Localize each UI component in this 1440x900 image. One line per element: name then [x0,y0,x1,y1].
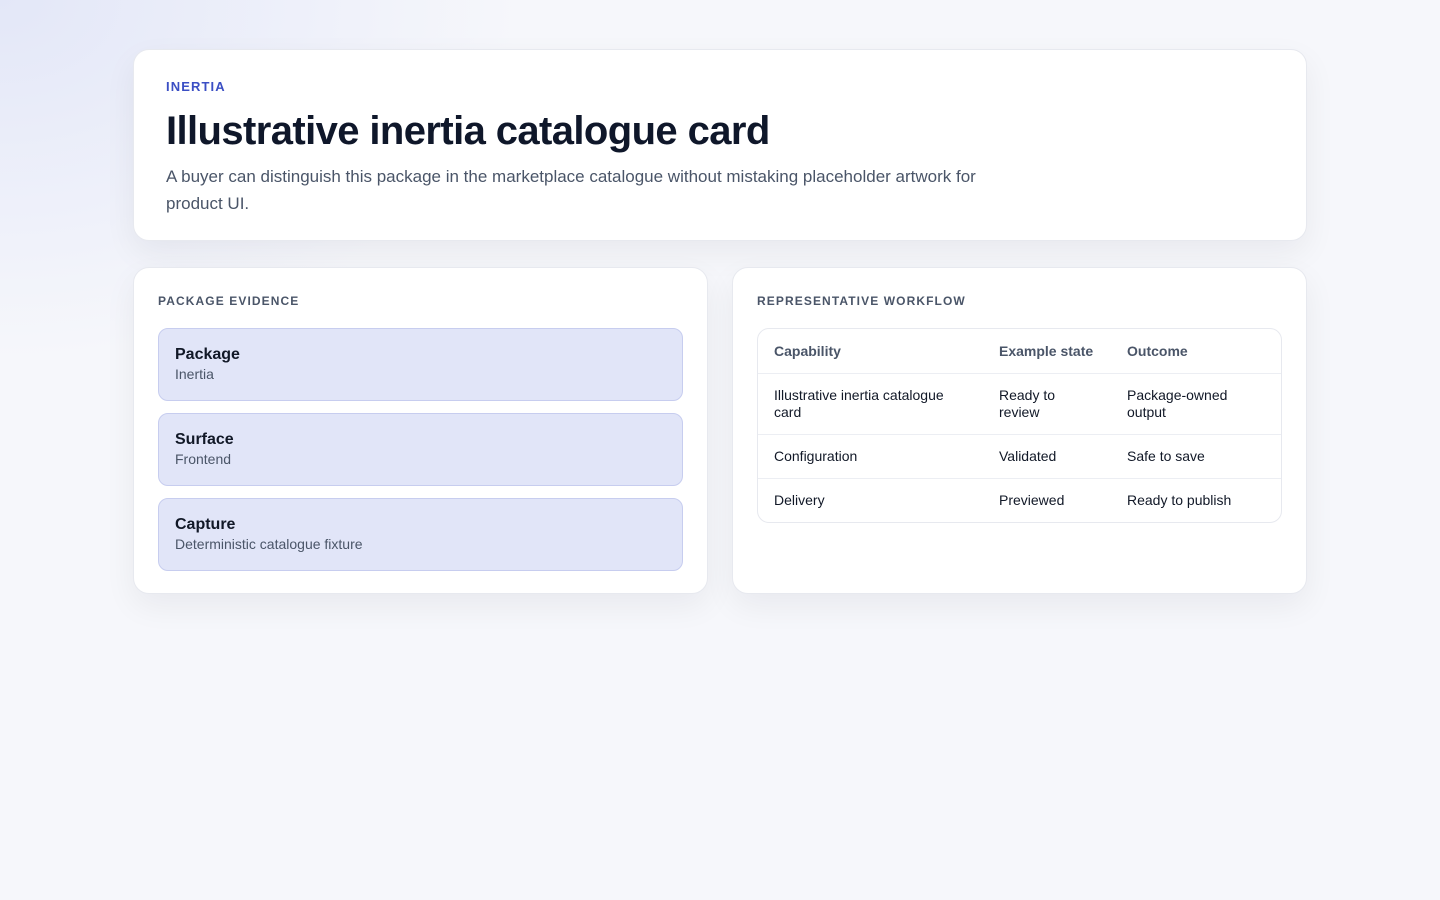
table-cell-example-state: Validated [983,434,1111,479]
column-header-capability: Capability [758,329,983,374]
table-header-row: Capability Example state Outcome [758,329,1281,374]
evidence-item-surface: Surface Frontend [158,413,683,486]
table-row: Illustrative inertia catalogue card Read… [758,373,1281,435]
page-description: A buyer can distinguish this package in … [166,167,976,213]
evidence-item-package: Package Inertia [158,328,683,401]
evidence-item-capture: Capture Deterministic catalogue fixture [158,498,683,571]
table-cell-capability: Delivery [774,491,825,508]
column-header-outcome: Outcome [1111,329,1281,374]
evidence-item-title: Surface [175,431,234,448]
package-evidence-heading: PACKAGE EVIDENCE [158,294,300,308]
table-cell-example-state: Previewed [999,491,1065,508]
representative-workflow-heading: REPRESENTATIVE WORKFLOW [757,294,966,308]
evidence-item-value: Frontend [175,451,232,467]
workflow-table: Capability Example state Outcome Illustr… [758,329,1281,522]
package-evidence-panel: PACKAGE EVIDENCE Package Inertia Surface… [133,267,708,594]
table-cell-outcome: Safe to save [1111,434,1281,479]
table-cell-outcome: Package-owned output [1111,373,1281,435]
workflow-table-container: Capability Example state Outcome Illustr… [757,328,1282,523]
representative-workflow-panel: REPRESENTATIVE WORKFLOW Capability Examp… [732,267,1307,594]
package-eyebrow: INERTIA [166,79,226,94]
table-cell-outcome: Ready to publish [1127,491,1232,508]
table-row: Delivery Previewed Ready to publish [758,478,1281,522]
table-row: Configuration Validated Safe to save [758,434,1281,479]
evidence-item-value: Deterministic catalogue fixture [175,536,363,552]
column-header-example-state: Example state [983,329,1111,374]
evidence-item-title: Capture [175,516,236,533]
table-cell-capability: Configuration [758,434,983,479]
table-cell-capability: Illustrative inertia catalogue card [758,373,983,435]
evidence-list: Package Inertia Surface Frontend Capture… [158,328,683,571]
page-title: Illustrative inertia catalogue card [166,109,770,153]
table-cell-example-state: Ready to review [983,373,1111,435]
evidence-item-title: Package [175,346,240,363]
hero-card: INERTIA Illustrative inertia catalogue c… [133,49,1307,241]
evidence-item-value: Inertia [175,366,214,382]
